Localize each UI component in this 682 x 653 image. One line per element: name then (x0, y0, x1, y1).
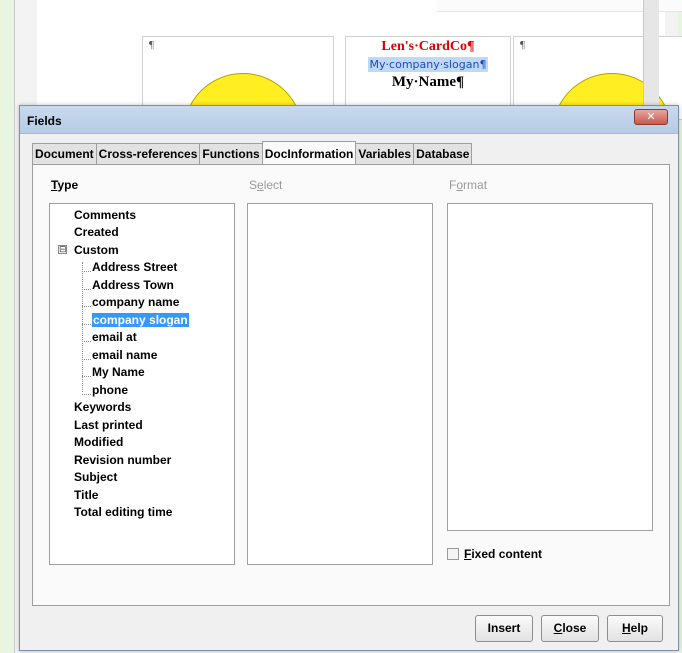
tree-item-revision-number[interactable]: Revision number (74, 452, 171, 469)
type-label: Type (51, 178, 79, 192)
tree-connector (82, 341, 91, 342)
tree-item-address-town[interactable]: Address Town (92, 277, 174, 294)
tree-item-address-street[interactable]: Address Street (92, 259, 177, 276)
tab-docinformation[interactable]: DocInformation (261, 141, 357, 165)
tree-item-subject[interactable]: Subject (74, 469, 117, 486)
tree-connector (82, 271, 91, 272)
tree-item-last-printed[interactable]: Last printed (74, 417, 143, 434)
card-company-name[interactable]: Len's·CardCo¶ (346, 39, 510, 55)
insert-button[interactable]: Insert (475, 615, 533, 642)
tree-item-email-name[interactable]: email name (92, 347, 157, 364)
tree-connector (82, 324, 91, 325)
tab-document[interactable]: Document (32, 143, 97, 165)
tree-connector (82, 394, 91, 395)
pilcrow-mark: ¶ (520, 39, 525, 51)
tree-item-phone[interactable]: phone (92, 382, 128, 399)
tab-database[interactable]: Database (413, 143, 473, 165)
card-my-name[interactable]: My·Name¶ (346, 74, 510, 91)
type-tree-list[interactable]: ⊟ Comments Created Custom Address Street… (49, 203, 235, 565)
tree-item-created[interactable]: Created (74, 224, 119, 241)
tree-connector (82, 289, 91, 290)
close-button[interactable]: Close (541, 615, 599, 642)
help-button[interactable]: Help (607, 615, 663, 642)
dialog-title: Fields (27, 114, 62, 128)
fixed-content-option[interactable]: Fixed content (447, 547, 542, 561)
document-page[interactable]: ¶ Len's·CardCo¶ My·company·slogan¶ My·Na… (37, 0, 682, 120)
format-label: Format (449, 178, 488, 192)
tab-variables[interactable]: Variables (355, 143, 415, 165)
close-icon[interactable]: ✕ (634, 109, 668, 125)
select-label: Select (249, 178, 283, 192)
tree-item-comments[interactable]: Comments (74, 207, 136, 224)
tree-connector (82, 359, 91, 360)
fixed-content-label: Fixed content (464, 547, 543, 561)
fixed-content-checkbox[interactable] (447, 548, 459, 560)
dialog-titlebar[interactable]: Fields ✕ (20, 106, 678, 134)
tree-connector (82, 306, 91, 307)
tree-item-company-name[interactable]: company name (92, 294, 179, 311)
tab-panel-docinformation: Type Select Format ⊟ Comments Created Cu… (32, 164, 670, 606)
select-list[interactable] (247, 203, 433, 565)
tree-connector (82, 262, 83, 392)
tree-item-email-at[interactable]: email at (92, 329, 137, 346)
vertical-scrollbar[interactable] (643, 0, 659, 110)
tree-item-custom[interactable]: Custom (74, 242, 119, 259)
tab-bar: Document Cross-references Functions DocI… (32, 141, 473, 165)
tree-item-title[interactable]: Title (74, 487, 98, 504)
tab-cross-references[interactable]: Cross-references (95, 143, 201, 165)
tree-item-keywords[interactable]: Keywords (74, 399, 131, 416)
fields-dialog: Fields ✕ Document Cross-references Funct… (19, 105, 679, 651)
tab-functions[interactable]: Functions (199, 143, 263, 165)
pilcrow-mark: ¶ (149, 39, 154, 51)
collapse-icon[interactable]: ⊟ (58, 245, 67, 254)
tree-item-company-slogan[interactable]: company slogan (92, 312, 189, 329)
tree-item-total-editing-time[interactable]: Total editing time (74, 504, 172, 521)
card-slogan-field[interactable]: My·company·slogan¶ (367, 57, 489, 72)
tree-item-modified[interactable]: Modified (74, 434, 123, 451)
tree-item-my-name[interactable]: My Name (92, 364, 145, 381)
tree-connector (82, 376, 91, 377)
format-list[interactable] (447, 203, 653, 531)
